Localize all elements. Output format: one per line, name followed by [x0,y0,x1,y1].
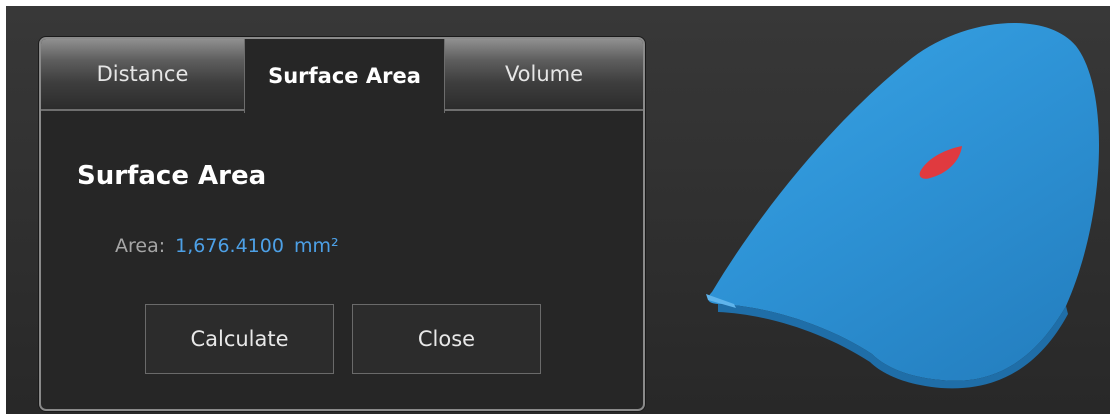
close-button[interactable]: Close [352,304,541,374]
calculate-button[interactable]: Calculate [145,304,334,374]
measure-panel: Distance Surface Area Volume Surface Are… [39,37,645,411]
tab-distance[interactable]: Distance [41,39,244,111]
measure-tabs: Distance Surface Area Volume [41,39,643,113]
3d-viewport[interactable]: Distance Surface Area Volume Surface Are… [6,6,1110,414]
area-value: 1,676.4100 [175,235,284,257]
area-label: Area: [115,235,166,257]
model-body [708,23,1099,381]
area-readout: Area: 1,676.4100 mm² [115,235,339,257]
tab-volume[interactable]: Volume [445,39,643,111]
section-title: Surface Area [77,161,267,191]
area-unit: mm² [293,235,339,257]
tab-surface-area[interactable]: Surface Area [244,39,445,113]
